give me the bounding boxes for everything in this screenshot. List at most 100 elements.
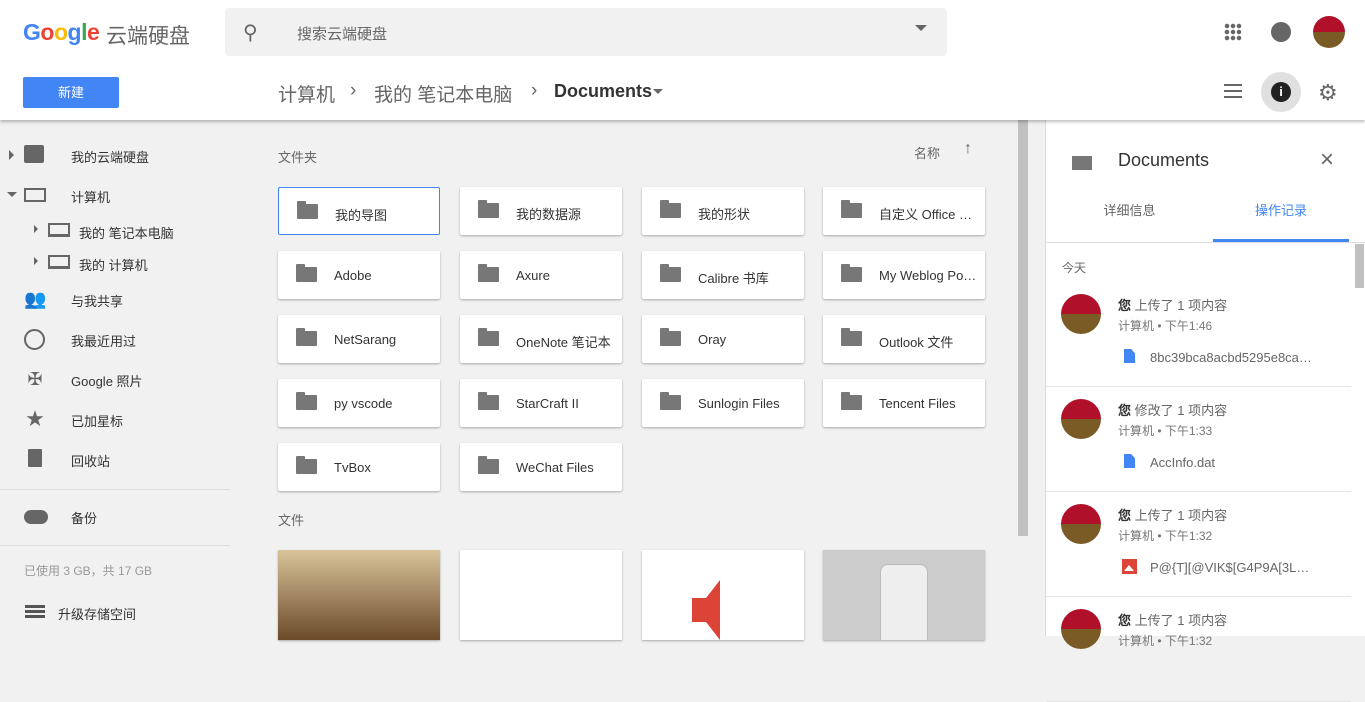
folder-name: Outlook 文件 bbox=[879, 335, 954, 350]
sidebar-item-recent[interactable]: 我最近用过 bbox=[0, 319, 230, 359]
sidebar-item-google-photos[interactable]: ✠ Google 照片 bbox=[0, 359, 230, 399]
folder-item[interactable]: Tencent Files bbox=[823, 379, 985, 427]
folder-item[interactable]: Adobe bbox=[278, 251, 440, 299]
folder-item[interactable]: NetSarang bbox=[278, 315, 440, 363]
user-avatar bbox=[1061, 399, 1101, 439]
header: Google 云端硬盘 ⚲ 搜索云端硬盘 新建 计算机 › 我的 笔记本电脑 ›… bbox=[0, 0, 1365, 120]
settings-gear-icon[interactable]: ⚙ bbox=[1318, 80, 1338, 106]
folder-name: StarCraft II bbox=[516, 396, 579, 411]
document-file-icon bbox=[1124, 454, 1135, 468]
folder-icon bbox=[478, 200, 499, 218]
folder-icon bbox=[660, 264, 681, 282]
user-avatar bbox=[1061, 609, 1101, 649]
folder-name: 我的导图 bbox=[335, 208, 388, 223]
folder-icon bbox=[478, 392, 499, 410]
user-avatar bbox=[1061, 294, 1101, 334]
document-file-icon bbox=[1124, 349, 1135, 363]
storage-usage: 已使用 3 GB，共 17 GB bbox=[24, 564, 153, 578]
folder-name: NetSarang bbox=[334, 332, 397, 347]
folder-item[interactable]: Outlook 文件 bbox=[823, 315, 985, 363]
folder-name: TvBox bbox=[334, 460, 371, 475]
sidebar-item-trash[interactable]: 回收站 bbox=[0, 439, 230, 479]
google-logo[interactable]: Google bbox=[23, 19, 100, 46]
file-thumbnail-blank[interactable] bbox=[460, 550, 622, 640]
folder-icon bbox=[296, 328, 317, 346]
sidebar-item-my-computer[interactable]: 我的 计算机 bbox=[0, 243, 230, 275]
sidebar-item-my-laptop[interactable]: 我的 笔记本电脑 bbox=[0, 211, 230, 243]
folder-item[interactable]: OneNote 笔记本 bbox=[460, 315, 622, 363]
folder-item[interactable]: Calibre 书库 bbox=[642, 251, 804, 299]
account-avatar[interactable] bbox=[1313, 16, 1345, 48]
folder-item[interactable]: My Weblog Posts bbox=[823, 251, 985, 299]
panel-scrollbar[interactable] bbox=[1355, 244, 1364, 288]
breadcrumb-current[interactable]: Documents bbox=[554, 81, 652, 102]
folder-item[interactable]: StarCraft II bbox=[460, 379, 622, 427]
activity-file[interactable]: 8bc39bca8acbd5295e8cae0... bbox=[1150, 350, 1315, 365]
folder-item[interactable]: 我的导图 bbox=[278, 187, 440, 235]
tab-details[interactable]: 详细信息 bbox=[1046, 200, 1213, 219]
folder-name: 自定义 Office 模板 bbox=[879, 207, 979, 222]
folder-name: py vscode bbox=[334, 396, 393, 411]
activity-title: 您 上传了 1 项内容 bbox=[1118, 613, 1228, 628]
search-input[interactable]: ⚲ 搜索云端硬盘 bbox=[225, 8, 947, 56]
sidebar-item-starred[interactable]: ★ 已加星标 bbox=[0, 399, 230, 439]
image-file-icon bbox=[1122, 559, 1137, 574]
folder-icon bbox=[1072, 156, 1092, 170]
info-icon: i bbox=[1271, 82, 1291, 102]
folder-item[interactable]: TvBox bbox=[278, 443, 440, 491]
upgrade-storage-link[interactable]: 升级存储空间 bbox=[58, 604, 136, 623]
folder-item[interactable]: Sunlogin Files bbox=[642, 379, 804, 427]
main-scrollbar[interactable] bbox=[1018, 120, 1028, 536]
folder-item[interactable]: Axure bbox=[460, 251, 622, 299]
tab-activity[interactable]: 操作记录 bbox=[1213, 200, 1349, 219]
activity-meta: 计算机 • 下午1:32 bbox=[1118, 529, 1213, 543]
people-icon: 👥 bbox=[24, 289, 47, 309]
folder-icon bbox=[660, 200, 681, 218]
user-avatar bbox=[1061, 504, 1101, 544]
sort-ascending-arrow-icon[interactable]: ↑ bbox=[964, 140, 972, 158]
file-thumbnail-phone[interactable] bbox=[823, 550, 985, 640]
folder-item[interactable]: 我的数据源 bbox=[460, 187, 622, 235]
folder-name: Tencent Files bbox=[879, 396, 956, 411]
list-view-icon[interactable] bbox=[1224, 84, 1242, 98]
search-icon[interactable]: ⚲ bbox=[243, 20, 258, 45]
folder-item[interactable]: py vscode bbox=[278, 379, 440, 427]
activity-item: 您 修改了 1 项内容 计算机 • 下午1:33 AccInfo.dat bbox=[1046, 387, 1351, 492]
folder-item[interactable]: Oray bbox=[642, 315, 804, 363]
breadcrumb-chevron-icon[interactable] bbox=[653, 89, 663, 94]
sidebar-item-backup[interactable]: 备份 bbox=[0, 496, 230, 536]
sidebar-item-my-drive[interactable]: 我的云端硬盘 bbox=[0, 135, 230, 175]
folder-item[interactable]: 自定义 Office 模板 bbox=[823, 187, 985, 235]
apps-grid-icon[interactable] bbox=[1224, 23, 1242, 41]
activity-item: 您 上传了 1 项内容 计算机 • 下午1:46 8bc39bca8acbd5295… bbox=[1046, 282, 1351, 387]
folder-icon bbox=[841, 392, 862, 410]
file-thumbnail-audio[interactable] bbox=[642, 550, 804, 640]
search-options-chevron-icon[interactable] bbox=[915, 25, 927, 31]
new-button[interactable]: 新建 bbox=[23, 77, 119, 108]
folder-icon bbox=[841, 328, 862, 346]
folder-item[interactable]: 我的形状 bbox=[642, 187, 804, 235]
breadcrumb-computers[interactable]: 计算机 bbox=[278, 80, 335, 107]
divider bbox=[0, 489, 230, 490]
activity-meta: 计算机 • 下午1:46 bbox=[1118, 319, 1213, 333]
notifications-bell-icon[interactable] bbox=[1271, 22, 1291, 42]
details-title: Documents bbox=[1118, 150, 1210, 170]
laptop-icon bbox=[48, 255, 70, 269]
sidebar-item-shared[interactable]: 👥 与我共享 bbox=[0, 279, 230, 319]
activity-file[interactable]: P@{T][@VIK$[G4P9A[3LFUI.... bbox=[1150, 560, 1315, 575]
activity-title: 您 修改了 1 项内容 bbox=[1118, 403, 1228, 418]
info-button[interactable]: i bbox=[1261, 72, 1301, 112]
folder-item[interactable]: WeChat Files bbox=[460, 443, 622, 491]
clock-icon bbox=[24, 329, 45, 350]
breadcrumb-laptop[interactable]: 我的 笔记本电脑 bbox=[374, 80, 512, 107]
close-icon[interactable]: × bbox=[1320, 146, 1334, 174]
sort-by-name[interactable]: 名称 bbox=[914, 143, 940, 162]
drive-icon bbox=[24, 145, 44, 163]
folder-name: Adobe bbox=[334, 268, 372, 283]
divider bbox=[0, 545, 230, 546]
file-thumbnail-photo[interactable] bbox=[278, 550, 440, 640]
activity-file[interactable]: AccInfo.dat bbox=[1150, 455, 1315, 470]
cloud-icon bbox=[24, 510, 48, 524]
sidebar-item-computers[interactable]: 计算机 bbox=[0, 175, 230, 215]
activity-title: 您 上传了 1 项内容 bbox=[1118, 508, 1228, 523]
